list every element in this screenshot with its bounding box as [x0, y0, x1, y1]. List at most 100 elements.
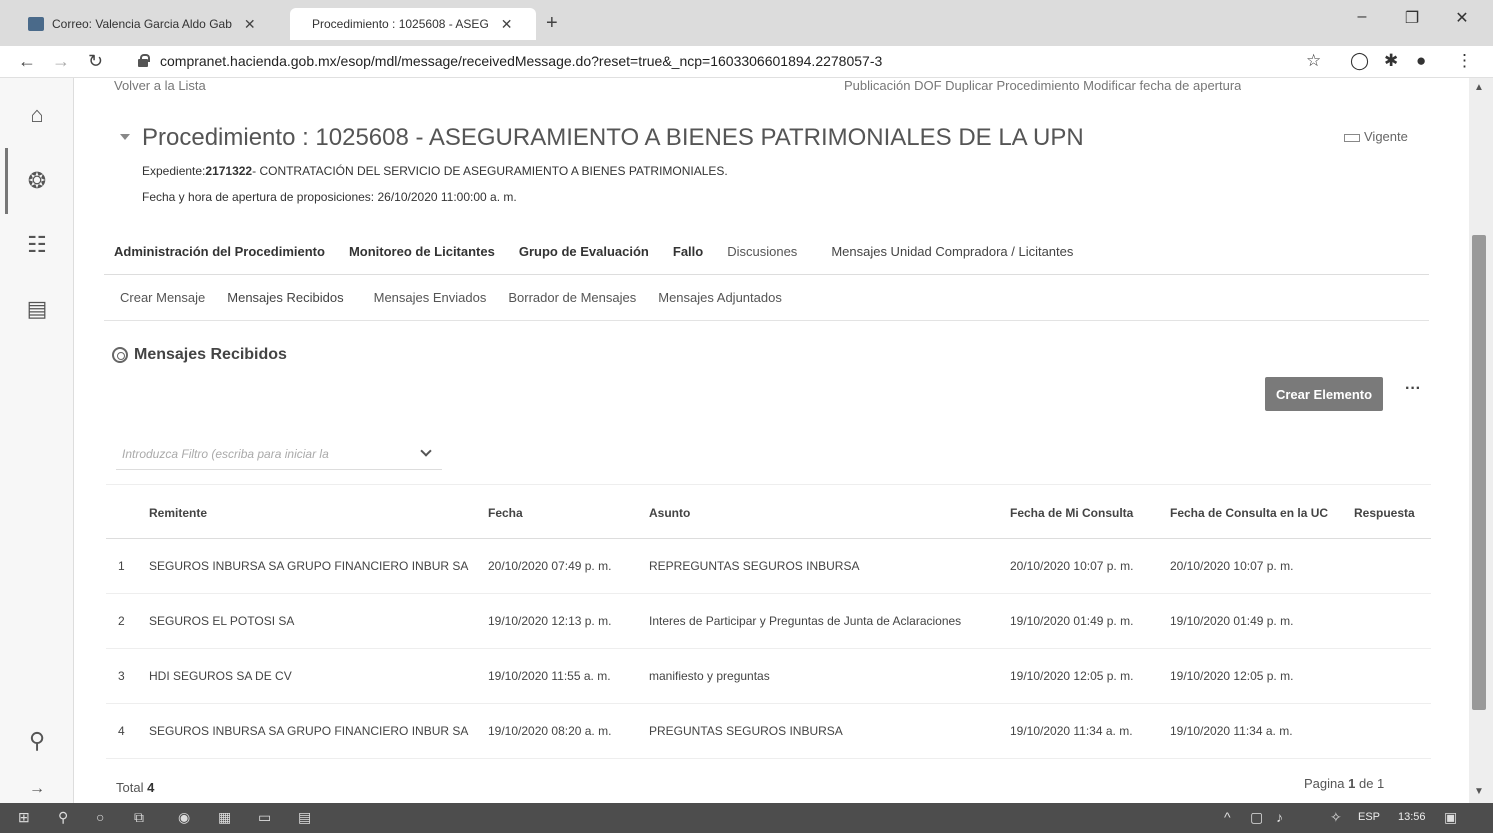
network-icon[interactable]: ▢ [1250, 809, 1263, 826]
menu-dots-icon[interactable]: ⋮ [1456, 51, 1473, 71]
col-respuesta[interactable]: Respuesta [1354, 485, 1434, 540]
subtab-mensajes-recibidos[interactable]: Mensajes Recibidos [219, 284, 351, 311]
cell-respuesta [1354, 649, 1434, 704]
excel-icon[interactable]: ▦ [218, 809, 231, 826]
lock-icon [138, 54, 150, 67]
expediente-number: 2171322 [205, 164, 253, 178]
table-row[interactable]: 3 HDI SEGUROS SA DE CV 19/10/2020 11:55 … [106, 649, 1431, 704]
browser-tabbar: Correo: Valencia Garcia Aldo Gab ✕ Proce… [0, 0, 1493, 46]
create-element-button[interactable]: Crear Elemento [1265, 377, 1383, 411]
table-row[interactable]: 4 SEGUROS INBURSA SA GRUPO FINANCIERO IN… [106, 704, 1431, 759]
cell-remitente[interactable]: SEGUROS EL POTOSI SA [149, 594, 469, 649]
cell-asunto[interactable]: manifiesto y preguntas [649, 649, 989, 704]
new-tab-button[interactable]: + [546, 12, 558, 35]
divider [104, 274, 1429, 275]
task-view-icon[interactable]: ⧉ [134, 809, 144, 826]
scroll-up-icon[interactable]: ▲ [1474, 82, 1484, 93]
scrollbar-thumb[interactable] [1472, 235, 1486, 710]
close-tab-icon[interactable]: ✕ [501, 16, 513, 33]
col-asunto[interactable]: Asunto [649, 485, 989, 540]
cell-fecha-consulta-uc: 20/10/2020 10:07 p. m. [1170, 559, 1294, 573]
app-sidebar: ⌂ ❂ ☷ ▤ ⚲ → [0, 78, 74, 803]
search-icon[interactable]: ⚲ [22, 726, 52, 756]
table-row[interactable]: 2 SEGUROS EL POTOSI SA 19/10/2020 12:13 … [106, 594, 1431, 649]
filter-input[interactable] [116, 440, 406, 468]
tab-title: Correo: Valencia Garcia Aldo Gab [52, 17, 232, 31]
row-number: 2 [118, 614, 125, 628]
col-fecha-mi-consulta[interactable]: Fecha de Mi Consulta [1010, 485, 1155, 540]
browser-tab-mail[interactable]: Correo: Valencia Garcia Aldo Gab ✕ [18, 8, 280, 40]
users-icon[interactable]: ☷ [22, 230, 52, 260]
procedures-icon[interactable]: ❂ [22, 166, 52, 196]
back-arrow-icon[interactable]: ← [18, 51, 36, 72]
cell-fecha: 19/10/2020 12:13 p. m. [488, 614, 612, 628]
reload-icon[interactable]: ↻ [88, 51, 103, 72]
more-options-icon[interactable]: ··· [1399, 380, 1427, 408]
documents-icon[interactable]: ▤ [22, 294, 52, 324]
tab-discusiones[interactable]: Discusiones [727, 238, 797, 274]
tab-administracion[interactable]: Administración del Procedimiento [114, 238, 325, 274]
tab-grupo-evaluacion[interactable]: Grupo de Evaluación [519, 238, 649, 274]
star-icon[interactable]: ☆ [1306, 51, 1321, 71]
tray-up-icon[interactable]: ^ [1224, 809, 1231, 825]
search-icon[interactable]: ⚲ [58, 809, 68, 826]
close-window-button[interactable]: ✕ [1442, 8, 1482, 28]
cell-remitente[interactable]: SEGUROS INBURSA SA GRUPO FINANCIERO INBU… [149, 704, 469, 759]
expand-arrow-icon[interactable]: → [22, 774, 52, 804]
maximize-button[interactable]: ❐ [1392, 8, 1432, 28]
target-icon [112, 347, 128, 363]
cortana-icon[interactable]: ○ [96, 809, 104, 825]
word-icon[interactable]: ▤ [298, 809, 311, 826]
subtab-borrador[interactable]: Borrador de Mensajes [508, 284, 636, 311]
subtab-mensajes-enviados[interactable]: Mensajes Enviados [374, 284, 487, 311]
total-label: Total [116, 780, 144, 795]
language-indicator[interactable]: ESP [1358, 811, 1380, 823]
cell-fecha-consulta-uc: 19/10/2020 11:34 a. m. [1170, 724, 1293, 738]
scroll-down-icon[interactable]: ▼ [1474, 786, 1484, 797]
home-icon[interactable]: ⌂ [22, 100, 52, 130]
tab-monitoreo[interactable]: Monitoreo de Licitantes [349, 238, 495, 274]
clock[interactable]: 13:56 [1398, 811, 1426, 823]
volume-icon[interactable]: ♪ [1276, 809, 1283, 825]
address-bar: ← → ↻ compranet.hacienda.gob.mx/esop/mdl… [0, 46, 1493, 78]
col-fecha-consulta-uc[interactable]: Fecha de Consulta en la UC [1170, 485, 1340, 540]
tab-mensajes[interactable]: Mensajes Unidad Compradora / Licitantes [821, 238, 1073, 274]
chevron-down-icon[interactable] [420, 445, 432, 457]
expediente-label: Expediente: [142, 164, 206, 178]
back-to-list-link[interactable]: Volver a la Lista [114, 78, 206, 92]
browser-tab-procedimiento[interactable]: Procedimiento : 1025608 - ASEG ✕ [290, 8, 536, 40]
table-row[interactable]: 1 SEGUROS INBURSA SA GRUPO FINANCIERO IN… [106, 539, 1431, 594]
cell-asunto[interactable]: REPREGUNTAS SEGUROS INBURSA [649, 539, 989, 594]
cell-remitente[interactable]: SEGUROS INBURSA SA GRUPO FINANCIERO INBU… [149, 539, 469, 594]
cell-asunto[interactable]: Interes de Participar y Preguntas de Jun… [649, 594, 989, 649]
subtab-crear-mensaje[interactable]: Crear Mensaje [120, 284, 205, 311]
extensions-puzzle-icon[interactable]: ✱ [1384, 51, 1398, 71]
profile-icon[interactable]: ● [1416, 51, 1426, 71]
subtab-adjuntados[interactable]: Mensajes Adjuntados [658, 284, 782, 311]
cell-remitente[interactable]: HDI SEGUROS SA DE CV [149, 649, 469, 704]
total-value: 4 [147, 780, 155, 795]
status-text: Vigente [1364, 129, 1408, 144]
close-tab-icon[interactable]: ✕ [244, 16, 256, 33]
windows-start-icon[interactable]: ⊞ [18, 809, 30, 826]
minimize-button[interactable]: – [1342, 8, 1382, 26]
notifications-icon[interactable]: ▣ [1444, 809, 1457, 826]
cell-fecha-mi-consulta: 19/10/2020 11:34 a. m. [1010, 724, 1133, 738]
file-explorer-icon[interactable]: ▭ [258, 809, 271, 826]
outlook-icon [28, 17, 44, 31]
cell-fecha-mi-consulta: 19/10/2020 01:49 p. m. [1010, 614, 1134, 628]
url-field[interactable]: compranet.hacienda.gob.mx/esop/mdl/messa… [160, 53, 882, 69]
forward-arrow-icon[interactable]: → [52, 51, 70, 72]
extension-circle-icon[interactable]: ◯ [1350, 51, 1369, 71]
col-remitente[interactable]: Remitente [149, 485, 469, 540]
header-action-links[interactable]: Publicación DOF Duplicar Procedimiento M… [844, 78, 1241, 92]
chrome-icon[interactable]: ◉ [178, 809, 190, 826]
cell-fecha-consulta-uc: 19/10/2020 01:49 p. m. [1170, 614, 1294, 628]
col-fecha[interactable]: Fecha [488, 485, 628, 540]
tab-title: Procedimiento : 1025608 - ASEG [312, 17, 489, 31]
cell-asunto[interactable]: PREGUNTAS SEGUROS INBURSA [649, 704, 989, 759]
collapse-caret-icon[interactable] [120, 134, 130, 140]
tab-fallo[interactable]: Fallo [673, 238, 703, 274]
dropbox-icon[interactable]: ✧ [1330, 809, 1342, 826]
cell-respuesta [1354, 704, 1434, 759]
